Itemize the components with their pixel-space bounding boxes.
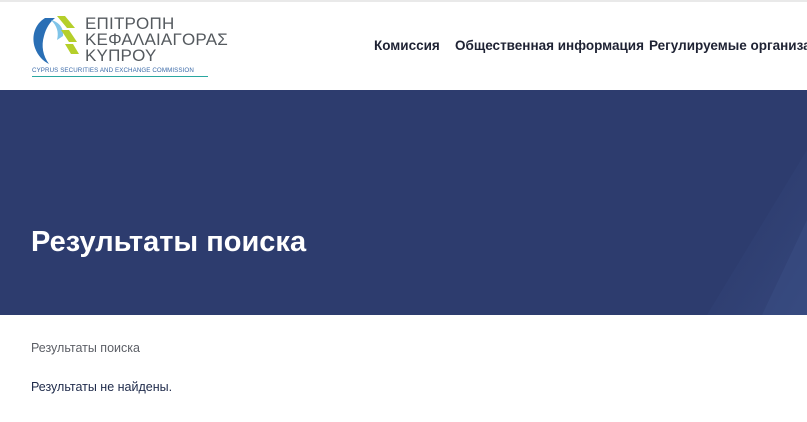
nav-item-commission[interactable]: Комиссия bbox=[374, 38, 440, 53]
search-results-message: Результаты не найдены. bbox=[31, 380, 173, 394]
page-title: Результаты поиска bbox=[31, 226, 307, 258]
page-hero-banner: Результаты поиска bbox=[0, 90, 807, 315]
hero-decoration bbox=[707, 150, 807, 315]
main-navigation: Комиссия Общественная информация Регулир… bbox=[0, 2, 807, 90]
nav-item-regulated-entities[interactable]: Регулируемые организации bbox=[649, 38, 807, 53]
site-header: ΕΠΙΤΡΟΠΗ ΚΕΦΑΛΑΙΑΓΟΡΑΣ ΚΥΠΡΟΥ CYPRUS SEC… bbox=[0, 2, 807, 90]
nav-item-public-information[interactable]: Общественная информация bbox=[455, 38, 644, 53]
breadcrumb: Результаты поиска bbox=[31, 341, 140, 355]
